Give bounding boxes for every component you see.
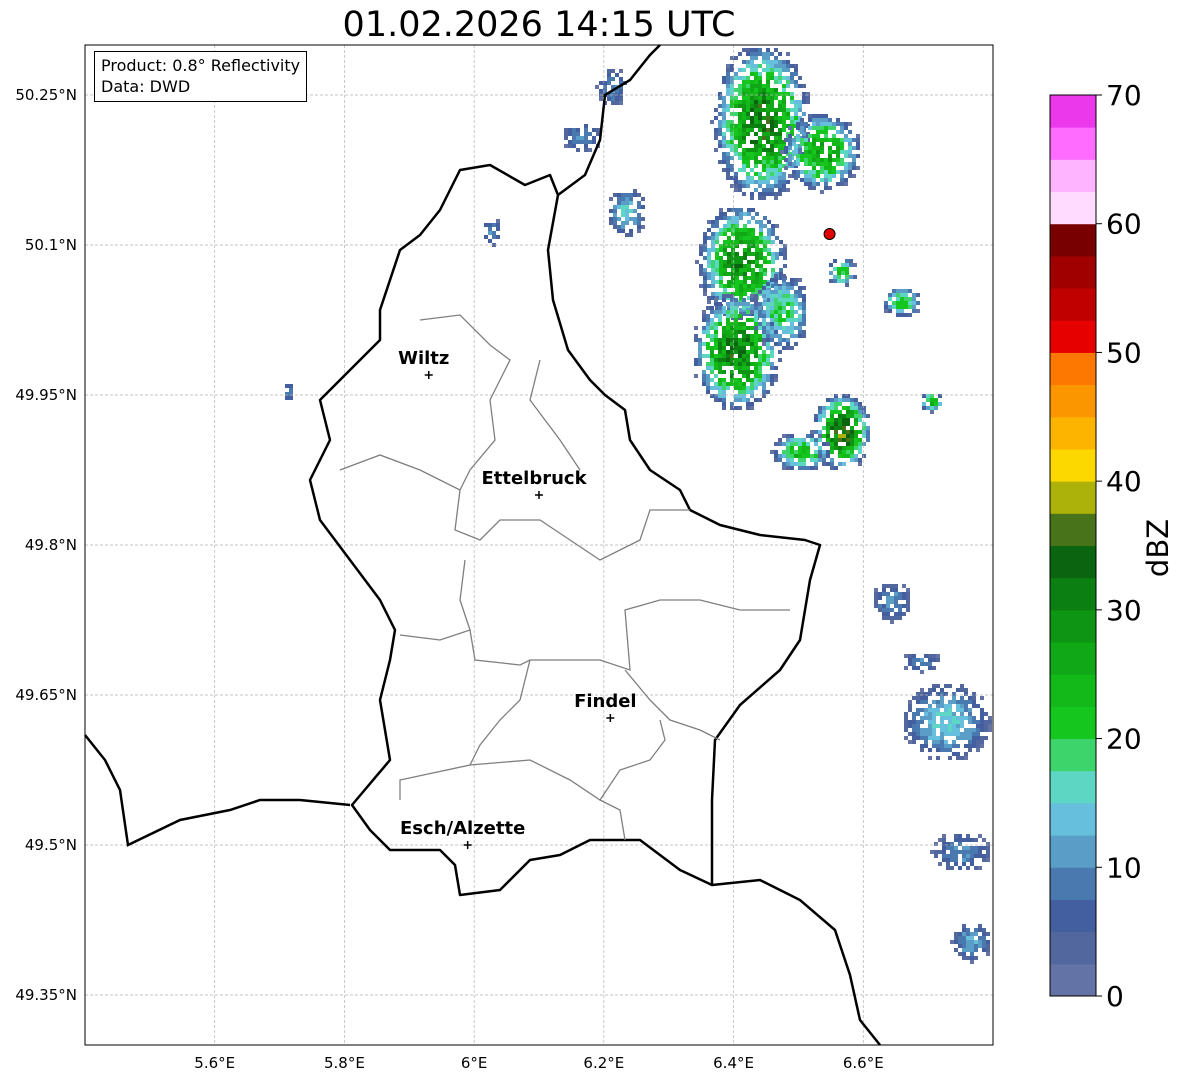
- colorbar: 0 10 20 30 40 50 60 70 dBZ: [1049, 79, 1175, 1013]
- colorbar-swatch: [1050, 899, 1096, 933]
- product-label: Product: 0.8° Reflectivity: [101, 56, 301, 75]
- colorbar-swatch: [1050, 577, 1096, 611]
- colorbar-swatch: [1050, 448, 1096, 482]
- colorbar-ticks: 0 10 20 30 40 50 60 70: [1096, 79, 1142, 1013]
- colorbar-swatch: [1050, 931, 1096, 965]
- colorbar-swatch: [1050, 545, 1096, 579]
- colorbar-swatch: [1050, 770, 1096, 804]
- colorbar-swatch: [1050, 674, 1096, 707]
- colorbar-tick-label: 30: [1106, 594, 1142, 627]
- colorbar-tick-label: 20: [1106, 723, 1142, 756]
- colorbar-swatch: [1050, 95, 1096, 128]
- colorbar-swatch: [1050, 159, 1096, 193]
- colorbar-tick-label: 10: [1106, 851, 1142, 884]
- colorbar-swatch: [1050, 706, 1096, 740]
- colorbar-swatch: [1050, 255, 1096, 289]
- colorbar-swatch: [1050, 963, 1096, 997]
- colorbar-label: dBZ: [1141, 519, 1175, 577]
- colorbar-swatch: [1050, 320, 1096, 353]
- colorbar-tick-label: 50: [1106, 336, 1142, 369]
- colorbar-swatch: [1050, 288, 1096, 321]
- colorbar-swatch: [1050, 384, 1096, 418]
- colorbar-swatch: [1050, 835, 1096, 868]
- colorbar-swatches: [1049, 94, 1097, 997]
- colorbar-swatch: [1050, 352, 1096, 386]
- colorbar-swatch: [1050, 223, 1096, 257]
- colorbar-swatch: [1050, 867, 1096, 900]
- colorbar-tick-label: 0: [1106, 980, 1124, 1013]
- colorbar-tick-label: 60: [1106, 208, 1142, 241]
- colorbar-swatch: [1050, 642, 1096, 675]
- data-source-label: Data: DWD: [101, 77, 191, 96]
- colorbar-swatch: [1050, 127, 1096, 160]
- colorbar-tick-label: 70: [1106, 79, 1142, 112]
- colorbar-tick-label: 40: [1106, 465, 1142, 498]
- colorbar-swatch: [1050, 802, 1096, 836]
- colorbar-swatch: [1050, 416, 1096, 450]
- info-box: Product: 0.8° Reflectivity Data: DWD: [94, 51, 308, 102]
- colorbar-swatch: [1050, 191, 1096, 225]
- colorbar-swatch: [1050, 481, 1096, 514]
- colorbar-swatch: [1050, 738, 1096, 772]
- colorbar-swatch: [1050, 609, 1096, 643]
- colorbar-swatch: [1050, 513, 1096, 546]
